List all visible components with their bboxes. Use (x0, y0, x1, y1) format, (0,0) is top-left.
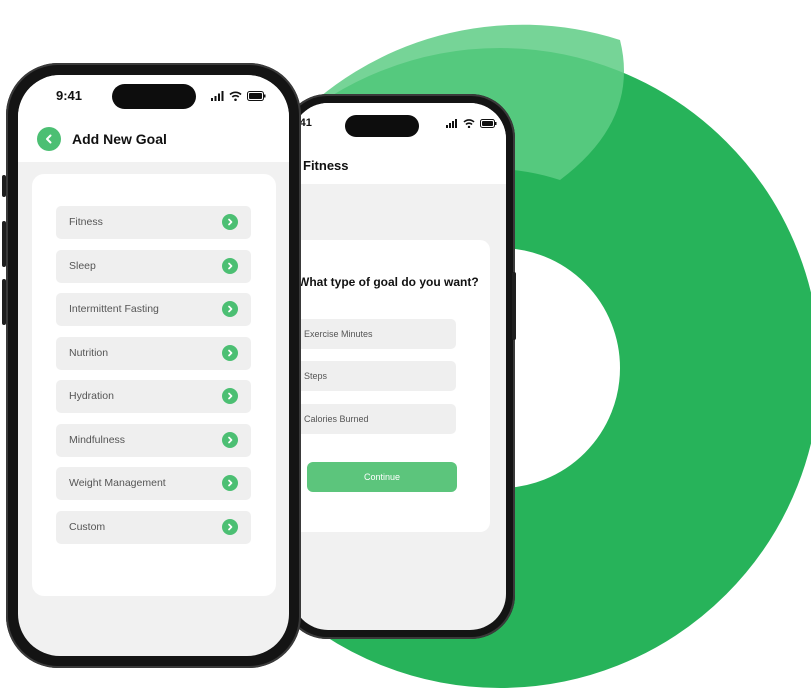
phone-side-button (2, 221, 6, 267)
goal-item-nutrition[interactable]: Nutrition (56, 337, 251, 370)
page-title: Add New Goal (72, 131, 167, 147)
status-time: 9:41 (56, 88, 83, 103)
chevron-right-icon (222, 258, 238, 274)
battery-icon (247, 91, 266, 101)
signal-icon (446, 119, 457, 128)
goal-item-label: Sleep (69, 260, 96, 272)
chevron-right-icon (222, 519, 238, 535)
back-button[interactable] (37, 127, 61, 151)
dynamic-island (345, 115, 419, 137)
goal-list-card: Fitness Sleep Intermittent Fasting Nutri… (32, 174, 276, 596)
chevron-right-icon (222, 388, 238, 404)
question-text: What type of goal do you want? (298, 275, 479, 289)
goal-item-fitness[interactable]: Fitness (56, 206, 251, 239)
goal-item-label: Nutrition (69, 347, 109, 359)
goal-item-label: Fitness (69, 216, 103, 228)
chevron-right-icon (222, 214, 238, 230)
chevron-right-icon (222, 301, 238, 317)
goal-item-label: Weight Management (69, 477, 166, 489)
option-steps[interactable]: Steps (292, 361, 456, 391)
goal-item-custom[interactable]: Custom (56, 511, 251, 544)
phone-side-button (2, 279, 6, 325)
phone-screen: 9:41 Add New Goal Fitness Sleep Intermit… (18, 75, 289, 656)
header: 9:41 Add New Goal (18, 75, 289, 162)
phone-fitness: :41 Fitness What type of goal do you wan… (283, 94, 516, 639)
goal-item-hydration[interactable]: Hydration (56, 380, 251, 413)
goal-type-card: What type of goal do you want? Exercise … (292, 240, 490, 532)
chevron-right-icon (222, 345, 238, 361)
header: :41 Fitness (292, 103, 506, 184)
goal-item-intermittent-fasting[interactable]: Intermittent Fasting (56, 293, 251, 326)
phone-side-button (512, 272, 516, 340)
goal-item-weight-management[interactable]: Weight Management (56, 467, 251, 500)
goal-item-label: Hydration (69, 390, 114, 402)
goal-item-label: Custom (69, 521, 106, 533)
page-title: Fitness (303, 158, 349, 173)
wifi-icon (463, 119, 475, 128)
signal-icon (211, 91, 224, 101)
chevron-right-icon (222, 432, 238, 448)
goal-item-mindfulness[interactable]: Mindfulness (56, 424, 251, 457)
wifi-icon (229, 91, 242, 101)
option-exercise-minutes[interactable]: Exercise Minutes (292, 319, 456, 349)
status-icons (211, 91, 266, 101)
phone-screen: :41 Fitness What type of goal do you wan… (292, 103, 506, 630)
dynamic-island (112, 84, 196, 109)
phone-add-goal: 9:41 Add New Goal Fitness Sleep Intermit… (2, 63, 301, 668)
chevron-left-icon (46, 134, 52, 144)
goal-item-label: Intermittent Fasting (69, 303, 159, 315)
chevron-right-icon (222, 475, 238, 491)
option-calories-burned[interactable]: Calories Burned (292, 404, 456, 434)
continue-button[interactable]: Continue (307, 462, 457, 492)
goal-item-label: Mindfulness (69, 434, 126, 446)
status-icons (446, 119, 497, 128)
goal-item-sleep[interactable]: Sleep (56, 250, 251, 283)
phone-side-button (2, 175, 6, 197)
battery-icon (480, 119, 497, 128)
